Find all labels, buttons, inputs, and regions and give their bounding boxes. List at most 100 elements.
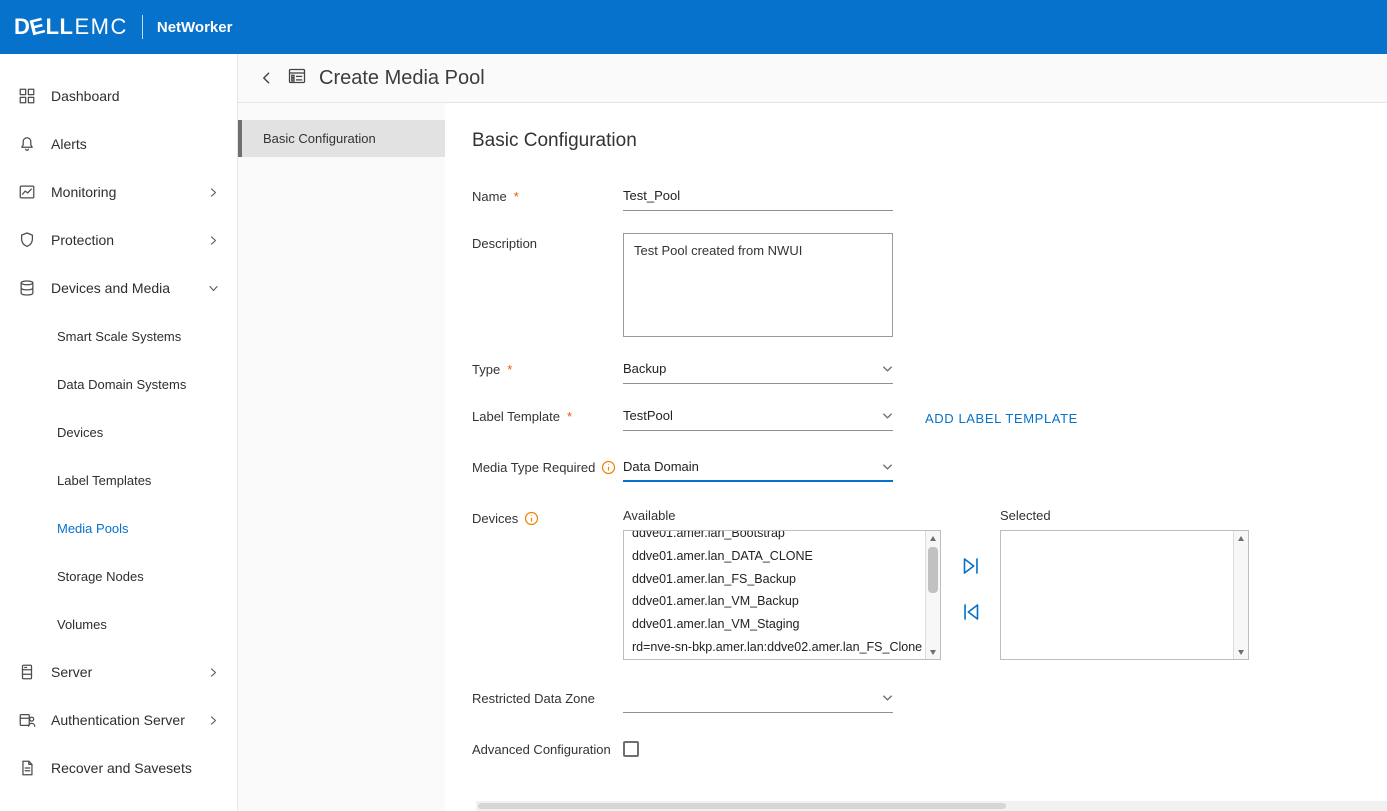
sidebar-item-devices-and-media[interactable]: Devices and Media	[0, 264, 238, 312]
scroll-up-arrow[interactable]	[1234, 531, 1248, 545]
sidebar-item-label-templates[interactable]: Label Templates	[0, 456, 238, 504]
sidebar-item-smart-scale-systems[interactable]: Smart Scale Systems	[0, 312, 238, 360]
name-input[interactable]	[623, 186, 893, 211]
media-type-required-row: Media Type Required Data Domain	[472, 457, 1387, 482]
description-label: Description	[472, 233, 623, 251]
chevron-down-icon	[882, 690, 893, 705]
sidebar-subitem-label: Smart Scale Systems	[57, 329, 181, 344]
logo-letters-ll: LL	[46, 14, 74, 40]
label-template-row: Label Template* TestPool ADD LABEL TEMPL…	[472, 406, 1387, 431]
sidebar-item-storage-nodes[interactable]: Storage Nodes	[0, 552, 238, 600]
dell-emc-logo: DELLEMC NetWorker	[14, 14, 232, 40]
available-scrollbar[interactable]	[925, 531, 940, 659]
chevron-down-icon	[207, 282, 220, 295]
sidebar-item-label: Devices and Media	[51, 280, 170, 296]
label-template-select-value: TestPool	[623, 408, 673, 423]
scroll-down-arrow[interactable]	[1234, 645, 1248, 659]
available-list-items: ddve01.amer.lan_Bootstrap ddve01.amer.la…	[624, 531, 925, 659]
list-item[interactable]: ddve01.amer.lan_VM_Staging	[624, 613, 925, 636]
sidebar-item-media-pools[interactable]: Media Pools	[0, 504, 238, 552]
transfer-buttons	[941, 508, 1000, 626]
selected-label: Selected	[1000, 508, 1249, 523]
chevron-down-icon	[882, 408, 893, 423]
restricted-data-zone-row: Restricted Data Zone	[472, 688, 1387, 713]
dashboard-icon	[18, 87, 36, 105]
sidebar-item-volumes[interactable]: Volumes	[0, 600, 238, 648]
label-template-label: Label Template*	[472, 406, 623, 424]
devices-row: Devices Available ddve01.amer.lan_Bootst…	[472, 508, 1387, 660]
app-header: DELLEMC NetWorker	[0, 0, 1387, 54]
page-body: Basic Configuration Basic Configuration …	[238, 103, 1387, 811]
scroll-down-arrow[interactable]	[926, 645, 940, 659]
available-listbox[interactable]: ddve01.amer.lan_Bootstrap ddve01.amer.la…	[623, 530, 941, 660]
sidebar-item-label: Recover and Savesets	[51, 760, 192, 776]
name-row: Name*	[472, 186, 1387, 211]
horizontal-scrollbar-thumb[interactable]	[478, 803, 1006, 809]
required-asterisk: *	[507, 362, 512, 377]
label-template-select[interactable]: TestPool	[623, 406, 893, 431]
media-type-required-select[interactable]: Data Domain	[623, 457, 893, 482]
selected-listbox[interactable]	[1000, 530, 1249, 660]
authentication-server-icon	[18, 711, 36, 729]
scrollbar-thumb[interactable]	[928, 547, 938, 593]
basic-configuration-form: Basic Configuration Name* Description	[445, 103, 1387, 811]
info-icon[interactable]	[601, 460, 616, 475]
sidebar-item-protection[interactable]: Protection	[0, 216, 238, 264]
move-to-available-button[interactable]	[957, 598, 985, 626]
page-titlebar: Create Media Pool	[238, 54, 1387, 103]
advanced-configuration-row: Advanced Configuration	[472, 739, 1387, 757]
sidebar-subitem-label: Storage Nodes	[57, 569, 144, 584]
list-item[interactable]: rd=nve-sn-bkp.amer.lan:ddve02.amer.lan_F…	[624, 636, 925, 659]
advanced-configuration-label: Advanced Configuration	[472, 739, 623, 757]
monitoring-icon	[18, 183, 36, 201]
sidebar-subitem-label: Data Domain Systems	[57, 377, 186, 392]
sidebar-item-label: Server	[51, 664, 92, 680]
product-name: NetWorker	[157, 19, 233, 36]
selected-scrollbar[interactable]	[1233, 531, 1248, 659]
wizard-step-label: Basic Configuration	[263, 131, 376, 146]
wizard-step-basic-configuration[interactable]: Basic Configuration	[238, 120, 445, 157]
sidebar-item-alerts[interactable]: Alerts	[0, 120, 238, 168]
add-label-template-button[interactable]: ADD LABEL TEMPLATE	[925, 406, 1078, 426]
selected-column: Selected	[1000, 508, 1249, 660]
horizontal-scrollbar[interactable]	[476, 801, 1387, 811]
recover-document-icon	[18, 759, 36, 777]
restricted-data-zone-select[interactable]	[623, 688, 893, 713]
move-right-icon	[958, 553, 984, 579]
sidebar-item-data-domain-systems[interactable]: Data Domain Systems	[0, 360, 238, 408]
sidebar-item-monitoring[interactable]: Monitoring	[0, 168, 238, 216]
name-label: Name*	[472, 186, 623, 204]
brand-separator	[142, 15, 143, 39]
list-item[interactable]: ddve01.amer.lan_Bootstrap	[624, 531, 925, 545]
app-root: DELLEMC NetWorker Dashboard Alerts Monit…	[0, 0, 1387, 811]
list-item[interactable]: ddve01.amer.lan_VM_Backup	[624, 590, 925, 613]
available-column: Available ddve01.amer.lan_Bootstrap ddve…	[623, 508, 941, 660]
list-item[interactable]: rd=nve-sn-bkp.amer.lan:ddve02.amer.lan_V…	[624, 659, 925, 660]
sidebar-item-authentication-server[interactable]: Authentication Server	[0, 696, 238, 744]
back-button[interactable]	[256, 67, 278, 89]
info-icon[interactable]	[524, 511, 539, 526]
media-type-required-label: Media Type Required	[472, 457, 623, 475]
chevron-left-icon	[259, 70, 275, 86]
scroll-up-arrow[interactable]	[926, 531, 940, 545]
chevron-right-icon	[207, 666, 220, 679]
wizard-steps-panel: Basic Configuration	[238, 103, 445, 811]
list-item[interactable]: ddve01.amer.lan_DATA_CLONE	[624, 545, 925, 568]
list-item[interactable]: ddve01.amer.lan_FS_Backup	[624, 568, 925, 591]
main-content: Create Media Pool Basic Configuration Ba…	[238, 54, 1387, 811]
available-label: Available	[623, 508, 941, 523]
sidebar-item-devices[interactable]: Devices	[0, 408, 238, 456]
advanced-configuration-checkbox[interactable]	[623, 741, 639, 757]
move-to-selected-button[interactable]	[957, 552, 985, 580]
dell-emc-wordmark: DELLEMC	[14, 14, 128, 40]
sidebar-item-label: Authentication Server	[51, 712, 185, 728]
sidebar-subitem-label: Media Pools	[57, 521, 129, 536]
logo-emc: EMC	[74, 14, 127, 40]
sidebar-item-server[interactable]: Server	[0, 648, 238, 696]
required-asterisk: *	[514, 189, 519, 204]
sidebar-item-recover-and-savesets[interactable]: Recover and Savesets	[0, 744, 238, 792]
type-select[interactable]: Backup	[623, 359, 893, 384]
sidebar-item-dashboard[interactable]: Dashboard	[0, 72, 238, 120]
description-row: Description Test Pool created from NWUI	[472, 233, 1387, 337]
description-textarea[interactable]: Test Pool created from NWUI	[623, 233, 893, 337]
